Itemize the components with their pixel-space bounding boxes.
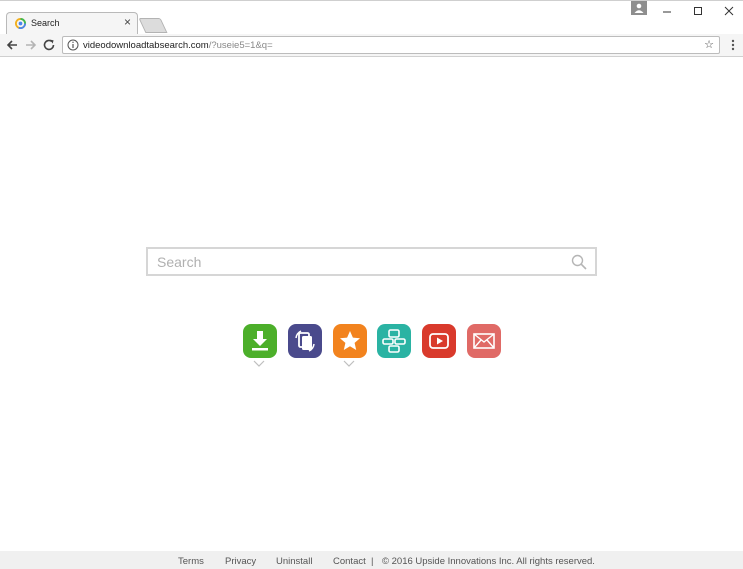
download-icon (252, 331, 268, 351)
url-query: /?useie5=1&q= (208, 40, 273, 51)
youtube-icon (429, 333, 449, 349)
footer: Terms Privacy Uninstall Contact | © 2016… (0, 551, 743, 569)
app-favorites-button[interactable] (333, 324, 367, 358)
new-tab-button[interactable] (138, 18, 168, 33)
minimize-icon (663, 11, 671, 13)
footer-link-privacy[interactable]: Privacy (225, 556, 256, 567)
favicon-icon (15, 18, 26, 29)
search-icon[interactable] (571, 254, 587, 270)
app-convert-button[interactable] (288, 324, 322, 358)
footer-link-uninstall[interactable]: Uninstall (276, 556, 312, 567)
close-window-button[interactable] (719, 3, 739, 19)
tab-close-icon[interactable]: × (124, 15, 131, 29)
url-host: videodownloadtabsearch.com (83, 40, 209, 51)
chevron-down-icon (343, 360, 355, 367)
footer-separator: | (371, 556, 374, 567)
mail-icon (473, 333, 495, 349)
app-download-button[interactable] (243, 324, 277, 358)
tv-icon (382, 329, 406, 353)
browser-tab[interactable]: Search × (6, 12, 138, 35)
app-youtube-button[interactable] (422, 324, 456, 358)
browser-titlebar: Search × (0, 0, 743, 35)
close-icon (724, 6, 734, 16)
convert-icon (295, 330, 315, 352)
minimize-button[interactable] (657, 3, 677, 19)
back-arrow-icon[interactable] (4, 37, 20, 53)
reload-icon[interactable] (41, 37, 57, 53)
star-icon (340, 331, 360, 350)
footer-copyright: © 2016 Upside Innovations Inc. All right… (382, 556, 595, 567)
app-tv-button[interactable] (377, 324, 411, 358)
forward-arrow-icon[interactable] (23, 37, 39, 53)
maximize-button[interactable] (688, 3, 708, 19)
footer-link-contact[interactable]: Contact (333, 556, 366, 567)
search-box (146, 247, 597, 276)
app-mail-button[interactable] (467, 324, 501, 358)
address-url[interactable]: videodownloadtabsearch.com/?useie5=1&q= (83, 40, 273, 51)
browser-toolbar: videodownloadtabsearch.com/?useie5=1&q= … (0, 34, 743, 57)
person-icon (634, 3, 644, 13)
profile-button[interactable] (631, 1, 647, 15)
bookmark-star-icon[interactable]: ☆ (704, 38, 714, 51)
tab-title: Search (31, 18, 60, 28)
info-icon[interactable] (67, 39, 79, 51)
search-input[interactable] (148, 249, 567, 274)
footer-link-terms[interactable]: Terms (178, 556, 204, 567)
maximize-icon (694, 7, 702, 15)
address-bar[interactable]: videodownloadtabsearch.com/?useie5=1&q= … (62, 36, 720, 54)
menu-dots-icon[interactable] (729, 38, 737, 52)
chevron-down-icon (253, 360, 265, 367)
